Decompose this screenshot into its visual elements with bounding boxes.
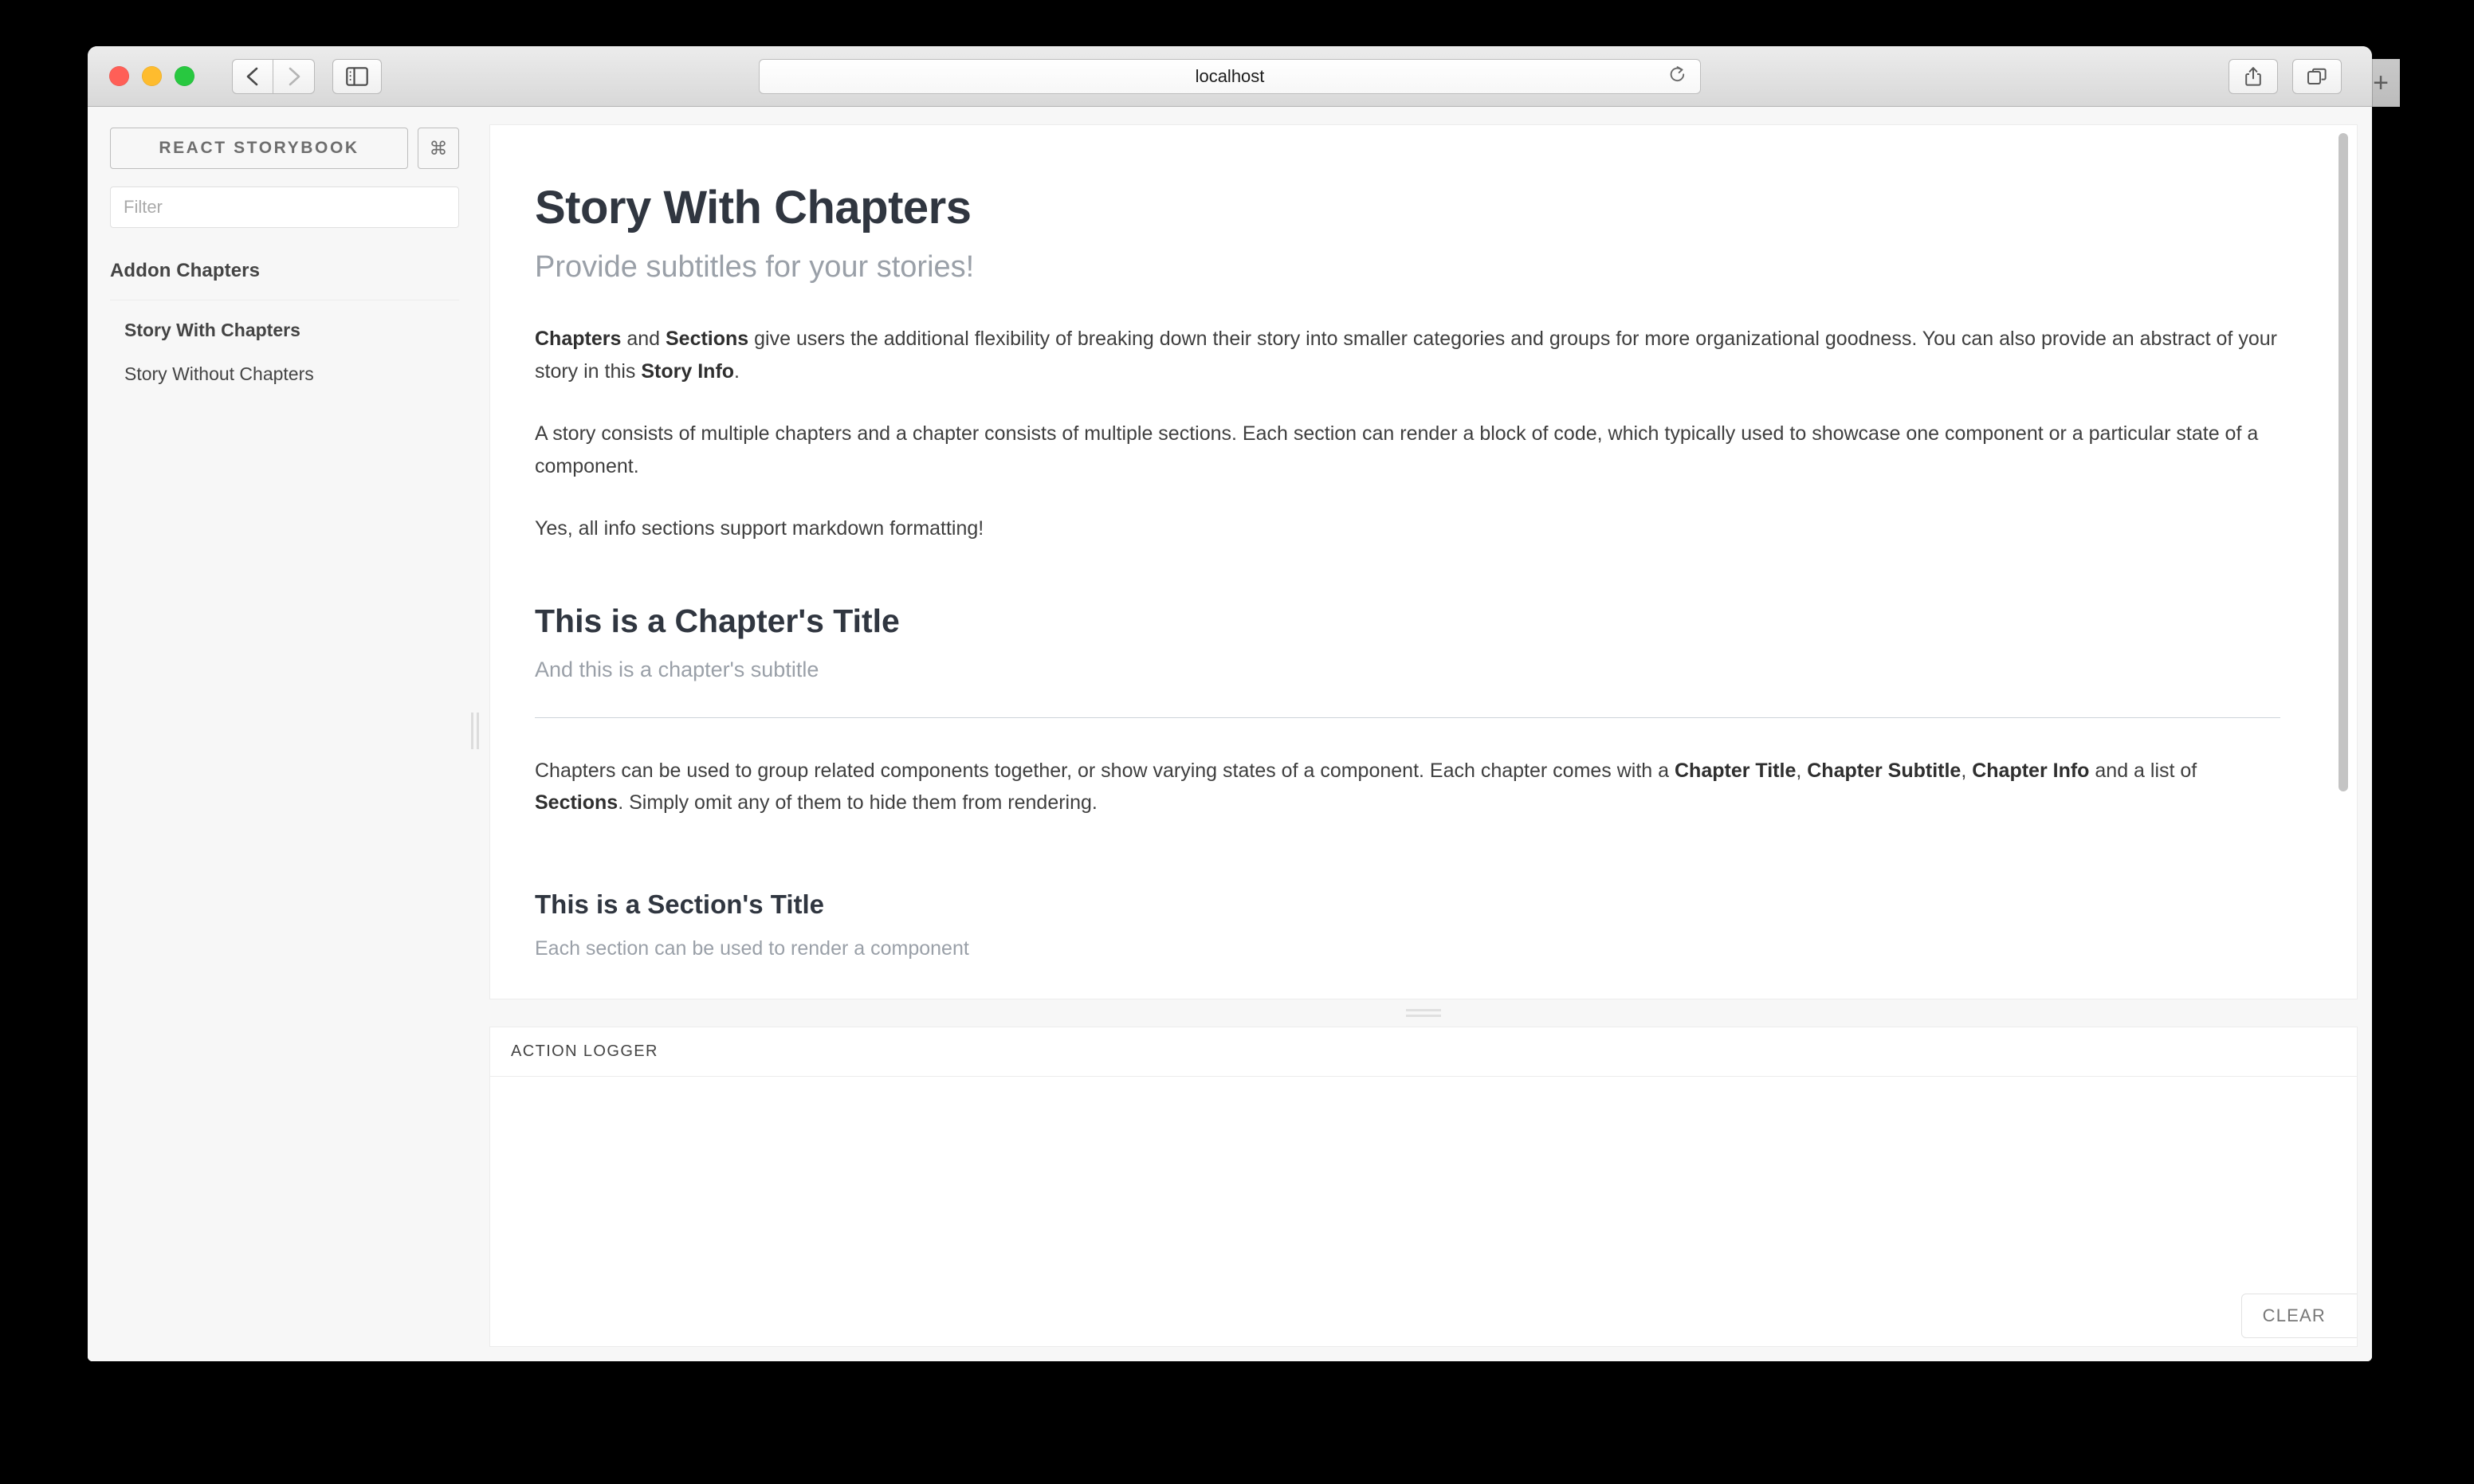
- sidebar-item-story-with-chapters[interactable]: Story With Chapters: [110, 308, 459, 352]
- action-logger-body: CLEAR: [490, 1077, 2357, 1346]
- reload-icon: [1670, 65, 1685, 81]
- chapter-block: This is a Chapter's Title And this is a …: [535, 603, 2280, 999]
- chapter-subtitle: And this is a chapter's subtitle: [535, 657, 819, 681]
- chapter-info-paragraph: Chapters can be used to group related co…: [535, 755, 2280, 819]
- shortcuts-button[interactable]: ⌘: [418, 128, 459, 169]
- show-tabs-button[interactable]: [2292, 58, 2342, 94]
- nav-buttons: [232, 58, 315, 94]
- chevron-right-icon: [289, 67, 300, 85]
- browser-titlebar: localhost: [88, 46, 2372, 107]
- story-content: Story With Chapters Provide subtitles fo…: [490, 125, 2357, 999]
- traffic-lights: [109, 66, 194, 86]
- story-info-paragraph-1: Chapters and Sections give users the add…: [535, 323, 2280, 387]
- section-block: This is a Section's Title Each section c…: [535, 889, 2280, 999]
- chapter-divider: [535, 716, 2280, 718]
- plus-icon: +: [2373, 68, 2389, 98]
- text-body: give users the additional flexibility of…: [535, 328, 2277, 383]
- tab-action-logger[interactable]: ACTION LOGGER: [511, 1042, 658, 1061]
- forward-button[interactable]: [273, 58, 315, 94]
- chapter-text-2: ,: [1796, 759, 1808, 782]
- address-bar[interactable]: localhost: [759, 58, 1701, 94]
- bold-sections-2: Sections: [535, 791, 618, 814]
- bold-chapter-info: Chapter Info: [1972, 759, 2090, 782]
- url-text: localhost: [1195, 65, 1265, 86]
- text-and: and: [621, 328, 666, 350]
- show-tabs-icon: [2307, 68, 2327, 84]
- back-button[interactable]: [232, 58, 273, 94]
- sidebar-toggle-icon: [346, 66, 368, 86]
- toolbar-right: [2229, 58, 2342, 94]
- storybook-sidebar: REACT STORYBOOK ⌘ Addon Chapters Story W…: [88, 107, 489, 1361]
- story-info-paragraph-2: A story consists of multiple chapters an…: [535, 422, 2259, 477]
- story-kind-header: Addon Chapters: [110, 260, 459, 300]
- bold-chapter-title: Chapter Title: [1675, 759, 1797, 782]
- chapter-text-5: . Simply omit any of them to hide them f…: [618, 791, 1098, 814]
- chapter-text-3: ,: [1961, 759, 1973, 782]
- storybook-main: Story With Chapters Provide subtitles fo…: [489, 107, 2372, 1361]
- minimize-window-button[interactable]: [142, 66, 162, 86]
- addon-panel: ACTION LOGGER CLEAR: [489, 1027, 2358, 1347]
- chapter-title: This is a Chapter's Title: [535, 602, 900, 639]
- chevron-left-icon: [246, 67, 258, 85]
- storybook-root: REACT STORYBOOK ⌘ Addon Chapters Story W…: [88, 107, 2372, 1361]
- reload-button[interactable]: [1668, 64, 1687, 88]
- address-bar-container: localhost: [759, 58, 1701, 94]
- share-button[interactable]: [2229, 58, 2278, 94]
- text-period: .: [734, 359, 740, 383]
- filter-input[interactable]: [110, 186, 459, 228]
- browser-window: localhost REACT STORYBOOK ⌘ Filter Addon…: [88, 46, 2372, 1361]
- story-subtitle: Provide subtitles for your stories!: [535, 250, 975, 284]
- sidebar-toggle-button[interactable]: [332, 58, 382, 94]
- section-subtitle: Each section can be used to render a com…: [535, 936, 969, 960]
- story-title: Story With Chapters: [535, 182, 972, 234]
- sidebar-header: REACT STORYBOOK ⌘: [110, 128, 459, 169]
- scrollbar-thumb[interactable]: [2339, 133, 2348, 791]
- share-icon: [2245, 66, 2261, 86]
- preview-scrollbar[interactable]: [2336, 133, 2350, 991]
- story-preview-pane: Story With Chapters Provide subtitles fo…: [489, 124, 2358, 999]
- chapter-text-4: and a list of: [2089, 759, 2197, 782]
- zoom-window-button[interactable]: [175, 66, 194, 86]
- close-window-button[interactable]: [109, 66, 129, 86]
- bold-chapter-subtitle: Chapter Subtitle: [1807, 759, 1962, 782]
- sidebar-resize-handle[interactable]: [471, 713, 479, 749]
- story-info-paragraph-3: Yes, all info sections support markdown …: [535, 517, 984, 540]
- bold-chapters: Chapters: [535, 328, 622, 350]
- addon-tabbar: ACTION LOGGER: [490, 1027, 2357, 1077]
- panel-resize-handle[interactable]: [489, 999, 2358, 1027]
- bold-story-info: Story Info: [641, 359, 735, 383]
- bold-sections: Sections: [665, 328, 749, 350]
- clear-button[interactable]: CLEAR: [2240, 1294, 2357, 1338]
- react-storybook-logo-button[interactable]: REACT STORYBOOK: [110, 128, 408, 169]
- section-title: This is a Section's Title: [535, 889, 825, 919]
- chapter-text-1: Chapters can be used to group related co…: [535, 759, 1675, 782]
- sidebar-item-story-without-chapters[interactable]: Story Without Chapters: [110, 352, 459, 396]
